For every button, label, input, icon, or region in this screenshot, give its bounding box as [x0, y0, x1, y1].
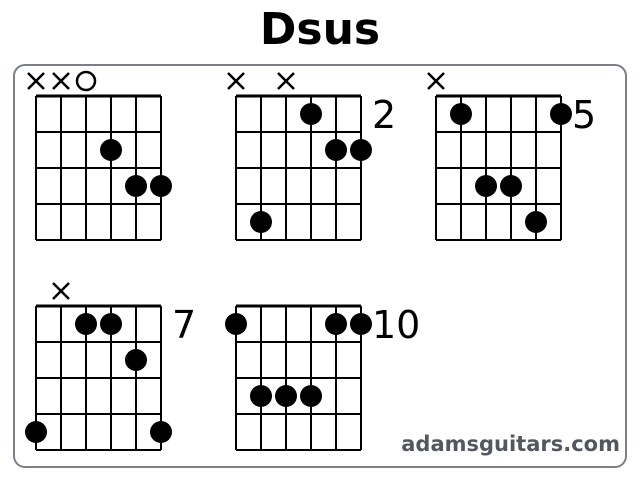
- finger-dot: [125, 175, 147, 197]
- fret-number-label: 2: [372, 93, 396, 137]
- open-string-marker: [75, 70, 97, 92]
- finger-dot: [125, 349, 147, 371]
- fret-number-label: 10: [372, 303, 420, 347]
- finger-dot: [100, 139, 122, 161]
- finger-dot: [450, 103, 472, 125]
- finger-dot: [550, 103, 572, 125]
- muted-string-marker: [227, 72, 245, 90]
- chord-diagram-5: 10: [225, 303, 420, 451]
- muted-string-marker: [52, 72, 70, 90]
- chord-diagram-1: [27, 70, 172, 241]
- muted-string-marker: [52, 282, 70, 300]
- fret-number-label: 7: [172, 303, 196, 347]
- finger-dot: [350, 139, 372, 161]
- watermark: adamsguitars.com: [401, 432, 620, 456]
- finger-dot: [250, 211, 272, 233]
- chord-diagram-4: 7: [25, 282, 196, 451]
- finger-dot: [300, 385, 322, 407]
- finger-dot: [150, 421, 172, 443]
- chord-diagrams: 2 5 7 10: [25, 70, 596, 451]
- finger-dot: [500, 175, 522, 197]
- finger-dot: [300, 103, 322, 125]
- finger-dot: [525, 211, 547, 233]
- chord-diagram-3: 5: [427, 72, 596, 241]
- finger-dot: [325, 313, 347, 335]
- finger-dot: [325, 139, 347, 161]
- muted-string-marker: [427, 72, 445, 90]
- chord-diagram-2: 2: [227, 72, 396, 241]
- finger-dot: [250, 385, 272, 407]
- finger-dot: [75, 313, 97, 335]
- finger-dot: [25, 421, 47, 443]
- finger-dot: [100, 313, 122, 335]
- finger-dot: [225, 313, 247, 335]
- finger-dot: [275, 385, 297, 407]
- muted-string-marker: [277, 72, 295, 90]
- finger-dot: [150, 175, 172, 197]
- finger-dot: [475, 175, 497, 197]
- fret-number-label: 5: [572, 93, 596, 137]
- finger-dot: [350, 313, 372, 335]
- muted-string-marker: [27, 72, 45, 90]
